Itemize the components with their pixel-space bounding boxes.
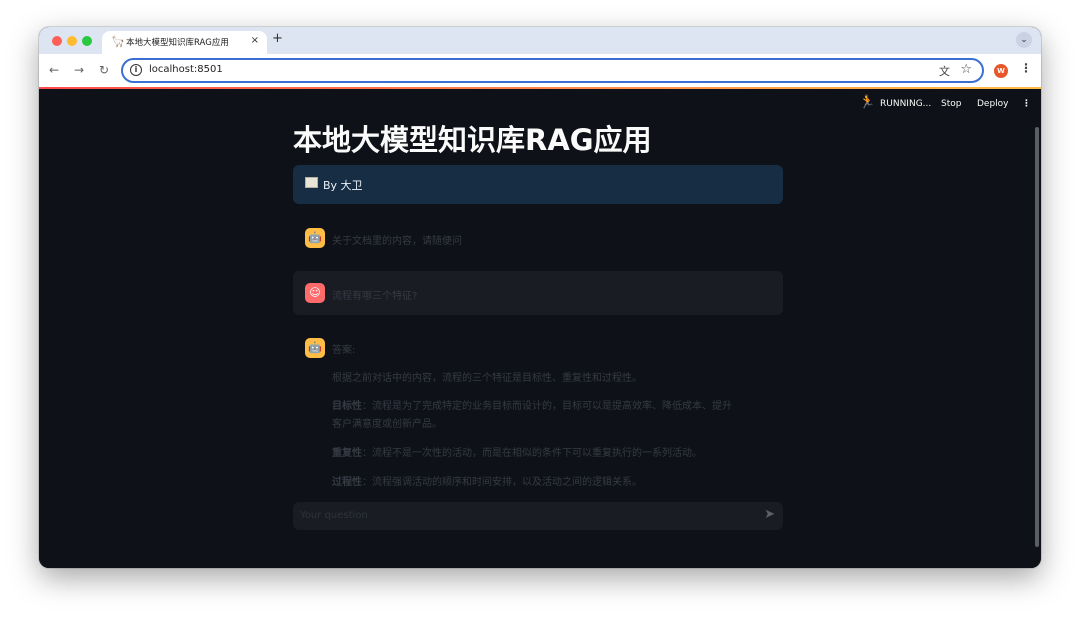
profile-avatar[interactable]: W [994, 64, 1008, 78]
maximize-window-button[interactable] [82, 36, 92, 46]
reload-icon[interactable]: ↻ [99, 63, 109, 77]
tab-title: 本地大模型知识库RAG应用 [126, 38, 229, 48]
app-menu-icon[interactable]: ⋮ [1022, 99, 1031, 109]
browser-menu-icon[interactable]: ⋮ [1020, 61, 1032, 75]
answer-intro: 根据之前对话中的内容，流程的三个特征是目标性、重复性和过程性。 [332, 373, 642, 384]
translate-icon[interactable]: 文 [939, 63, 950, 79]
site-info-icon[interactable]: i [130, 64, 142, 76]
browser-toolbar: ← → ↻ i localhost:8501 文 ☆ W ⋮ [39, 54, 1041, 87]
assistant-avatar-icon: 🤖 [305, 338, 325, 358]
running-status: RUNNING... [880, 99, 932, 109]
tab-close-icon[interactable]: × [251, 35, 259, 46]
streamlit-favicon-icon: 🦙 [111, 35, 125, 48]
chat-input-placeholder[interactable]: Your question [300, 510, 368, 521]
url-text[interactable]: localhost:8501 [149, 64, 223, 75]
user-question: 流程有哪三个特征? [332, 291, 418, 302]
scrollbar[interactable] [1035, 127, 1039, 547]
send-icon[interactable]: ➤ [764, 507, 775, 522]
stop-button[interactable]: Stop [941, 99, 961, 109]
running-man-icon: 🏃 [859, 95, 876, 110]
bookmark-star-icon[interactable]: ☆ [960, 62, 972, 77]
user-message: ☺ 流程有哪三个特征? [293, 271, 783, 315]
assistant-avatar-icon: 🤖 [305, 228, 325, 248]
answer-point-continuation: 客户满意度或创新产品。 [332, 419, 442, 430]
user-avatar-icon: ☺ [305, 283, 325, 303]
page-emoji-icon [305, 177, 318, 188]
address-bar[interactable]: i localhost:8501 文 ☆ [121, 58, 984, 83]
chat-input[interactable]: Your question ➤ [293, 502, 783, 530]
info-text: By 大卫 [323, 179, 363, 192]
tab-search-chevron-icon[interactable]: ⌄ [1016, 32, 1032, 48]
answer-point: 重复性：流程不是一次性的活动，而是在相似的条件下可以重复执行的一系列活动。 [332, 448, 702, 459]
forward-icon[interactable]: → [74, 63, 84, 77]
back-icon[interactable]: ← [49, 63, 59, 77]
info-alert: By 大卫 [293, 165, 783, 204]
answer-heading: 答案: [332, 345, 356, 356]
app-viewport: 🏃 RUNNING... Stop Deploy ⋮ 本地大模型知识库RAG应用… [39, 87, 1041, 568]
decoration-bar [39, 87, 1041, 89]
close-window-button[interactable] [52, 36, 62, 46]
browser-tab[interactable]: 🦙 本地大模型知识库RAG应用 × [102, 31, 267, 54]
assistant-greeting: 关于文档里的内容，请随便问 [332, 236, 462, 247]
minimize-window-button[interactable] [67, 36, 77, 46]
answer-point: 目标性：流程是为了完成特定的业务目标而设计的，目标可以是提高效率、降低成本、提升 [332, 401, 732, 412]
page-title: 本地大模型知识库RAG应用 [293, 123, 652, 157]
browser-window: 🦙 本地大模型知识库RAG应用 × + ⌄ ← → ↻ i localhost:… [39, 27, 1041, 568]
new-tab-button[interactable]: + [272, 31, 283, 46]
tab-strip: 🦙 本地大模型知识库RAG应用 × + ⌄ [39, 27, 1041, 54]
deploy-button[interactable]: Deploy [977, 99, 1009, 109]
answer-point: 过程性：流程强调活动的顺序和时间安排，以及活动之间的逻辑关系。 [332, 477, 642, 488]
